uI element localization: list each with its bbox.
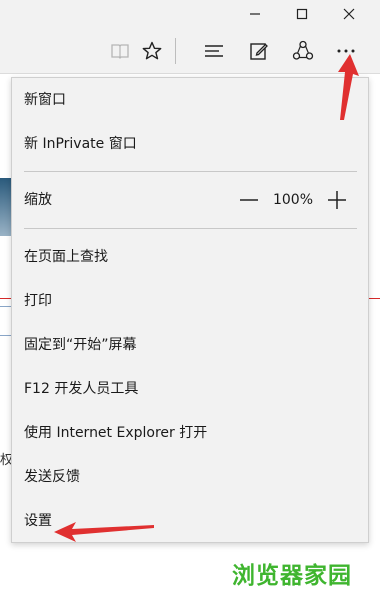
browser-toolbar: [0, 28, 380, 74]
zoom-label: 缩放: [24, 192, 52, 208]
settings-and-more-menu: 新窗口 新 InPrivate 窗口 缩放 100% 在页面上查找 打印 固定到…: [11, 77, 369, 543]
close-icon: [343, 8, 355, 20]
minimize-icon: [250, 13, 260, 15]
zoom-in-button[interactable]: [324, 188, 350, 212]
menu-item-send-feedback[interactable]: 发送反馈: [12, 455, 368, 499]
watermark-logo: 浏览器家园: [232, 563, 352, 589]
title-bar: [0, 0, 380, 28]
menu-item-new-window[interactable]: 新窗口: [12, 78, 368, 122]
plus-icon: [328, 191, 346, 209]
menu-item-print[interactable]: 打印: [12, 279, 368, 323]
zoom-level: 100%: [272, 192, 314, 208]
annotation-arrow-more-icon: [338, 54, 359, 120]
reading-view-icon: [111, 44, 129, 59]
favorites-button[interactable]: [132, 28, 172, 74]
menu-item-zoom: 缩放 100%: [12, 178, 368, 222]
hub-icon: [205, 45, 223, 57]
share-icon: [292, 40, 314, 60]
favorite-star-icon: [142, 41, 162, 60]
share-button[interactable]: [283, 28, 323, 74]
menu-item-find-on-page[interactable]: 在页面上查找: [12, 235, 368, 279]
menu-item-pin-to-start[interactable]: 固定到“开始”屏幕: [12, 323, 368, 367]
web-note-icon: [250, 43, 268, 60]
close-button[interactable]: [326, 0, 372, 28]
minimize-button[interactable]: [232, 0, 278, 28]
zoom-out-button[interactable]: [236, 188, 262, 212]
maximize-icon: [296, 8, 308, 20]
web-note-button[interactable]: [239, 28, 279, 74]
menu-item-open-with-ie[interactable]: 使用 Internet Explorer 打开: [12, 411, 368, 455]
menu-item-f12-developer-tools[interactable]: F12 开发人员工具: [12, 367, 368, 411]
annotation-arrow-settings-icon: [54, 522, 154, 542]
minus-icon: [240, 199, 258, 201]
menu-divider: [24, 228, 357, 229]
maximize-button[interactable]: [279, 0, 325, 28]
menu-item-new-inprivate-window[interactable]: 新 InPrivate 窗口: [12, 122, 368, 166]
menu-divider: [24, 171, 357, 172]
toolbar-separator: [175, 38, 176, 64]
hub-button[interactable]: [194, 28, 234, 74]
